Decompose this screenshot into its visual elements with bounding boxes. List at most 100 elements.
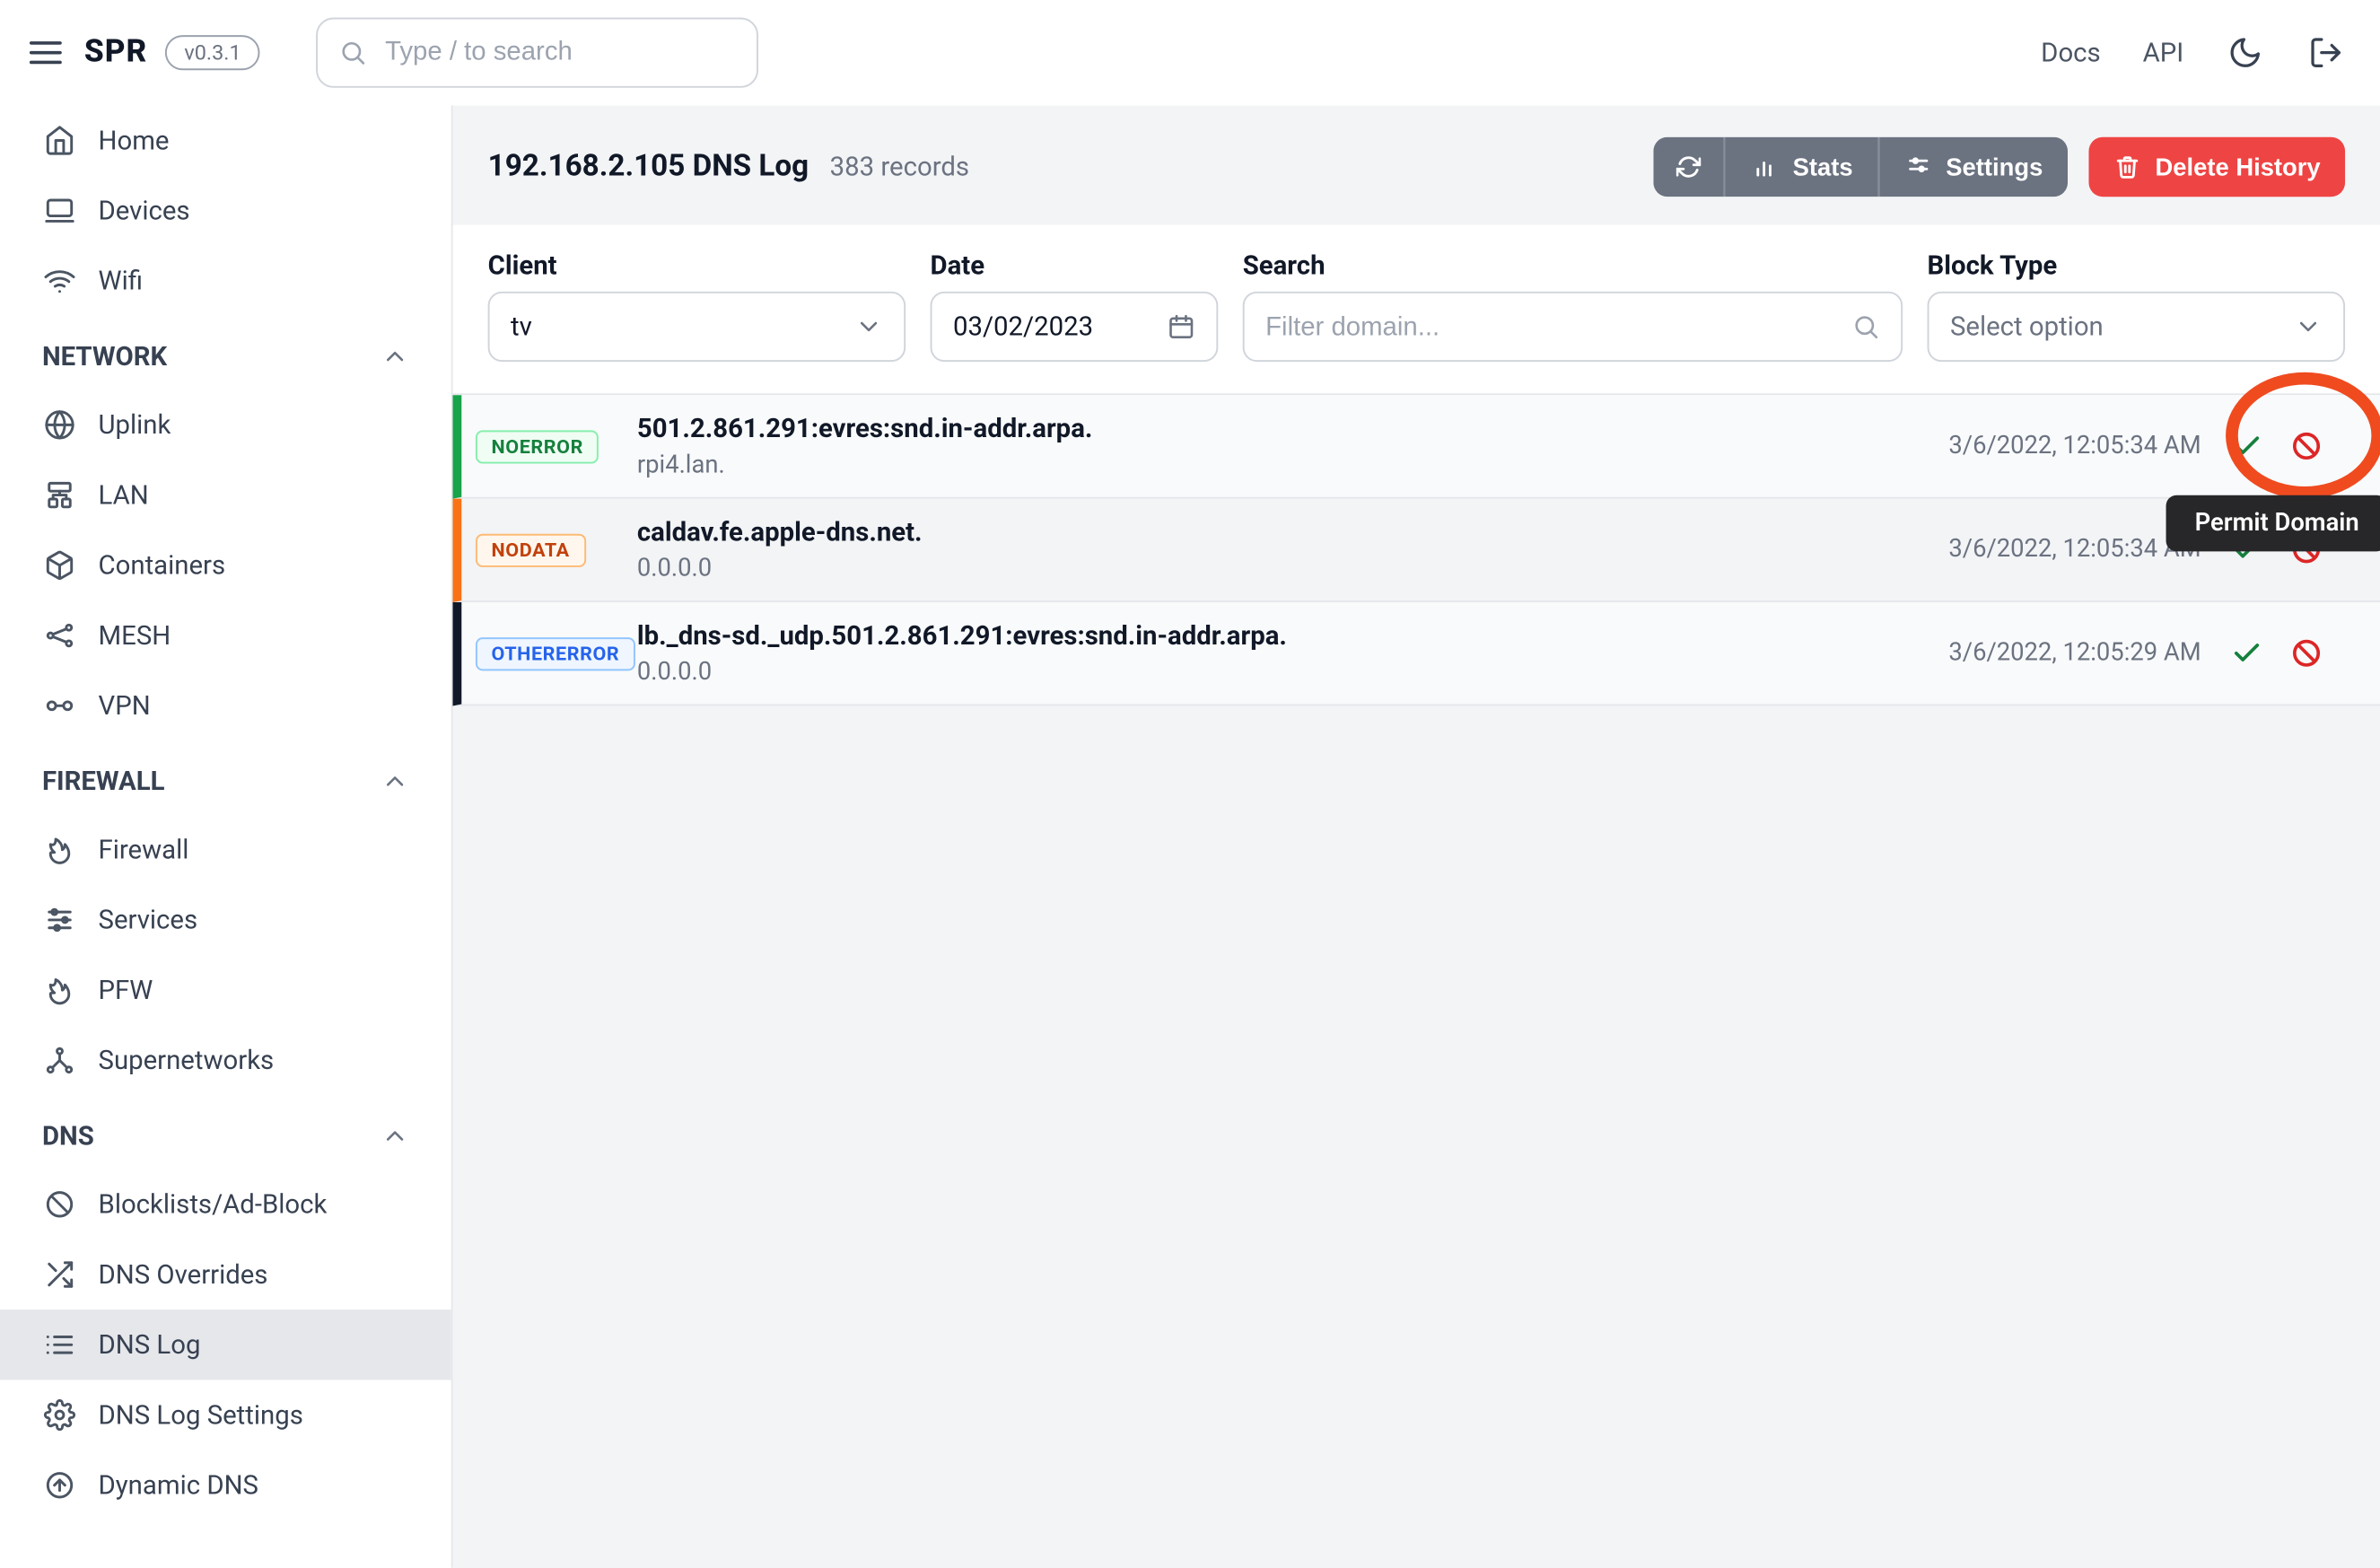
record-domain: lb._dns-sd._udp.501.2.861.291:evres:snd.… [637,619,1948,651]
block-domain-button[interactable] [2286,632,2328,674]
client-select[interactable]: tv [488,292,906,362]
lan-icon [42,477,77,512]
sidebar-item-containers[interactable]: Containers [0,530,451,600]
tooltip-permit-domain: Permit Domain [2166,495,2380,552]
mesh-icon [42,618,77,653]
sidebar-item-blocklists[interactable]: Blocklists/Ad-Block [0,1169,451,1240]
settings-button[interactable]: Settings [1877,137,2068,197]
globe-icon [42,407,77,442]
sidebar-item-mesh[interactable]: MESH [0,600,451,670]
global-search-input[interactable] [385,37,736,66]
status-badge: NODATA [476,533,585,566]
flame-icon [42,973,77,1008]
chevron-up-icon [381,342,408,370]
permit-domain-button[interactable] [2226,632,2268,674]
sidebar-item-vpn[interactable]: VPN [0,670,451,740]
status-badge: NOERROR [476,429,599,462]
sidebar-item-dynamic-dns[interactable]: Dynamic DNS [0,1450,451,1520]
stats-button[interactable]: Stats [1725,137,1878,197]
wifi-icon [42,263,77,298]
ban-icon [42,1187,77,1222]
sidebar-item-dns-log-settings[interactable]: DNS Log Settings [0,1380,451,1450]
brand-logo: SPR [84,33,147,70]
chevron-up-icon [381,1122,408,1150]
domain-search-input[interactable] [1265,311,1851,341]
refresh-button[interactable] [1654,137,1724,197]
sidebar-item-lan[interactable]: LAN [0,460,451,530]
sidebar-item-label: PFW [99,975,153,1006]
filter-label-blocktype: Block Type [1928,250,2346,281]
record-row: OTHERERROR lb._dns-sd._udp.501.2.861.291… [453,602,2380,705]
sidebar-item-label: Containers [99,549,226,581]
sidebar-section-network[interactable]: NETWORK [0,316,451,390]
sliders-icon [42,902,77,937]
sidebar-item-home[interactable]: Home [0,105,451,175]
bar-chart-icon [1751,153,1779,180]
sidebar-item-label: Supernetworks [99,1045,275,1076]
sidebar-item-label: Devices [99,195,190,226]
sidebar-item-devices[interactable]: Devices [0,176,451,246]
logout-icon[interactable] [2306,32,2345,71]
select-value: tv [511,311,532,342]
sidebar-item-label: DNS Overrides [99,1258,268,1290]
button-label: Settings [1946,153,2043,180]
sidebar-item-dns-overrides[interactable]: DNS Overrides [0,1240,451,1310]
sidebar-item-label: MESH [99,619,171,651]
filter-label-search: Search [1243,250,1903,281]
global-search[interactable] [317,17,759,87]
sidebar-item-firewall[interactable]: Firewall [0,815,451,885]
sidebar-item-label: Uplink [99,409,171,441]
sidebar-item-pfw[interactable]: PFW [0,955,451,1025]
blocktype-select[interactable]: Select option [1928,292,2346,362]
sliders-icon [1903,153,1931,180]
sidebar-item-label: Firewall [99,834,189,865]
record-time: 3/6/2022, 12:05:29 AM [1949,639,2201,667]
chevron-up-icon [381,767,408,795]
sidebar-item-label: DNS Log Settings [99,1399,303,1431]
sidebar-item-label: Wifi [99,265,143,296]
sidebar-item-label: Home [99,125,170,156]
sidebar-item-wifi[interactable]: Wifi [0,246,451,316]
arrow-up-circle-icon [42,1467,77,1502]
permit-domain-button[interactable] [2226,425,2268,467]
sidebar-section-firewall[interactable]: FIREWALL [0,740,451,814]
laptop-icon [42,193,77,228]
delete-history-button[interactable]: Delete History [2088,137,2345,197]
block-domain-button[interactable] [2286,425,2328,467]
sidebar-item-dns-log[interactable]: DNS Log [0,1310,451,1380]
sidebar-item-label: Dynamic DNS [99,1469,258,1501]
section-title: FIREWALL [42,766,165,797]
api-link[interactable]: API [2143,36,2184,67]
record-answer: rpi4.lan. [637,451,1948,479]
search-icon [1852,312,1880,340]
chevron-down-icon [2294,312,2322,340]
sidebar-item-label: LAN [99,479,149,511]
record-domain: caldav.fe.apple-dns.net. [637,516,1948,547]
section-title: NETWORK [42,340,167,372]
record-time: 3/6/2022, 12:05:34 AM [1949,536,2201,564]
page-title: 192.168.2.105 DNS Log [488,149,809,184]
shuffle-icon [42,1257,77,1292]
record-answer: 0.0.0.0 [637,555,1948,583]
sidebar-item-uplink[interactable]: Uplink [0,390,451,460]
home-icon [42,123,77,158]
sidebar-section-dns[interactable]: DNS [0,1096,451,1169]
theme-toggle-icon[interactable] [2226,32,2264,71]
sidebar-item-services[interactable]: Services [0,885,451,955]
chevron-down-icon [855,312,883,340]
select-placeholder: Select option [1950,311,2104,342]
docs-link[interactable]: Docs [2041,36,2101,67]
button-label: Stats [1793,153,1853,180]
filter-label-date: Date [931,250,1219,281]
record-row: NODATA caldav.fe.apple-dns.net. 0.0.0.0 … [453,499,2380,602]
hamburger-icon[interactable] [24,31,66,73]
sidebar-item-supernetworks[interactable]: Supernetworks [0,1025,451,1095]
record-domain: 501.2.861.291:evres:snd.in-addr.arpa. [637,413,1948,444]
record-count: 383 records [830,151,969,182]
status-badge: OTHERERROR [476,636,635,670]
section-title: DNS [42,1120,94,1152]
trash-icon [2113,153,2141,180]
date-input[interactable]: 03/02/2023 [931,292,1219,362]
box-icon [42,547,77,583]
domain-search[interactable] [1243,292,1903,362]
